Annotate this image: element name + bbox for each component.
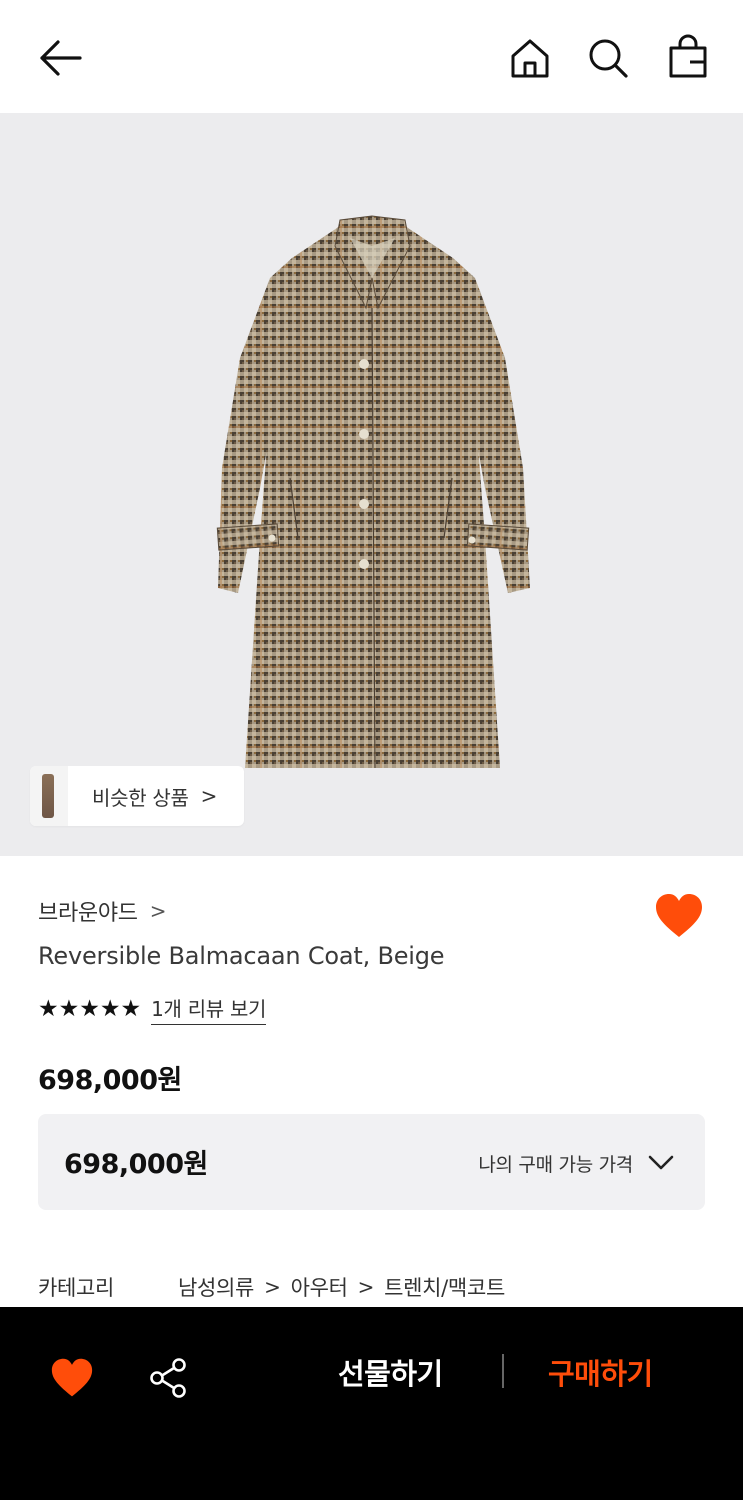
heart-icon[interactable]	[50, 1357, 94, 1399]
product-title: Reversible Balmacaan Coat, Beige	[38, 942, 445, 970]
buy-button[interactable]: 구매하기	[548, 1351, 653, 1393]
similar-products-button[interactable]: 비슷한 상품 >	[30, 766, 244, 826]
gift-button[interactable]: 선물하기	[338, 1351, 443, 1393]
category-label: 카테고리	[38, 1276, 115, 1300]
share-icon[interactable]	[148, 1357, 190, 1399]
chevron-right-icon: >	[149, 899, 167, 923]
arrow-left-icon[interactable]	[36, 36, 84, 80]
chevron-down-icon	[648, 1155, 674, 1170]
rating-row: ★★★★★ 1개 리뷰 보기	[38, 993, 266, 1025]
chevron-right-icon: >	[200, 784, 218, 808]
similar-products-label: 비슷한 상품	[92, 785, 189, 810]
review-link[interactable]: 1개 리뷰 보기	[151, 993, 266, 1025]
top-navigation-bar	[0, 0, 743, 113]
home-icon[interactable]	[508, 36, 552, 80]
chevron-right-icon: >	[264, 1275, 281, 1299]
similar-product-thumbnail	[30, 766, 68, 826]
product-image-area[interactable]: 비슷한 상품 >	[0, 113, 743, 856]
my-price-value: 698,000원	[64, 1149, 208, 1180]
my-price-dropdown[interactable]: 698,000원 나의 구매 가능 가격	[38, 1114, 705, 1210]
category-crumb[interactable]: 남성의류	[178, 1272, 254, 1302]
brand-link[interactable]: 브라운야드 >	[38, 895, 166, 927]
search-icon[interactable]	[586, 36, 630, 80]
my-price-label: 나의 구매 가능 가격	[478, 1154, 633, 1176]
category-crumb[interactable]: 트렌치/맥코트	[384, 1272, 505, 1302]
shopping-bag-icon[interactable]	[666, 34, 710, 80]
product-image	[216, 215, 530, 769]
brand-name: 브라운야드	[38, 901, 138, 926]
divider	[502, 1354, 504, 1388]
product-price: 698,000원	[38, 1065, 182, 1096]
chevron-right-icon: >	[357, 1275, 375, 1299]
category-crumb[interactable]: 아우터	[291, 1272, 348, 1302]
bottom-action-bar: 선물하기 구매하기	[0, 1307, 743, 1500]
heart-icon[interactable]	[654, 892, 704, 940]
star-rating: ★★★★★	[38, 996, 142, 1022]
category-breadcrumb: 카테고리 남성의류 > 아우터 > 트렌치/맥코트	[38, 1272, 505, 1302]
